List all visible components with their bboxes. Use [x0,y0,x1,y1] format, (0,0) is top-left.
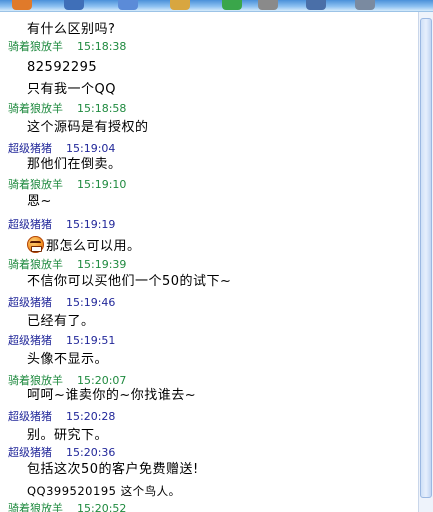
chat-window: 有什么区别吗? 骑着狼放羊 15:18:38 82592295 只有我一个QQ 骑着狼放羊… [0,0,433,512]
message-text: 恩~ [27,194,52,209]
message-body: 恩~ [27,194,52,210]
message-text: 呵呵~谁卖你的~你找谁去~ [27,388,197,403]
message-body: 有什么区别吗? [27,22,115,38]
message-text: 已经有了。 [27,314,95,329]
message-text: 别。研究下。 [27,428,109,443]
message-header: 骑着狼放羊 15:19:10 [8,178,140,192]
message-header: 骑着狼放羊 15:18:58 [8,102,140,116]
sender-name[interactable]: 骑着狼放羊 [8,258,63,271]
message-text: QQ399520195 这个鸟人。 [27,484,181,498]
message-text: 有什么区别吗? [27,22,116,37]
message-text: 那他们在倒卖。 [27,157,122,172]
message-header: 骑着狼放羊 15:20:07 [8,374,140,388]
sender-name[interactable]: 骑着狼放羊 [8,178,63,191]
message-body: 头像不显示。 [27,352,108,368]
message-header: 骑着狼放羊 15:18:38 [8,40,140,54]
message-body: 包括这次50的客户免费赠送! [27,462,199,478]
angry-face-icon [27,236,44,253]
message-body: 不信你可以买他们一个50的试下~ [27,274,231,290]
message-time: 15:19:51 [66,334,116,347]
folder-icon[interactable] [170,0,190,10]
message-header: 超级猪猪 15:20:36 [8,446,129,460]
message-text: 这个源码是有授权的 [27,120,149,135]
message-header: 超级猪猪 15:19:04 [8,142,129,156]
message-time: 15:19:10 [77,178,127,191]
document-icon[interactable] [258,0,278,10]
toolbar [0,0,433,12]
message-time: 15:19:19 [66,218,116,231]
scrollbar[interactable] [418,12,433,512]
message-time: 15:20:07 [77,374,127,387]
message-header: 超级猪猪 15:19:46 [8,296,129,310]
message-body: 那怎么可以用。 [27,236,141,255]
message-header: 骑着狼放羊 15:19:39 [8,258,140,272]
message-header: 骑着狼放羊 15:20:52 [8,502,140,512]
message-time: 15:20:28 [66,410,116,423]
message-text: 包括这次50的客户免费赠送! [27,462,199,477]
font-icon[interactable] [118,0,138,10]
message-time: 15:19:04 [66,142,116,155]
message-text: 那怎么可以用。 [46,239,141,254]
settings-icon[interactable] [355,0,375,10]
message-header: 超级猪猪 15:19:51 [8,334,129,348]
sender-name[interactable]: 骑着狼放羊 [8,102,63,115]
message-text: 不信你可以买他们一个50的试下~ [27,274,232,289]
message-time: 15:20:52 [77,502,127,512]
sender-name[interactable]: 超级猪猪 [8,142,52,155]
message-body: 别。研究下。 [27,428,108,444]
message-body: QQ399520195 这个鸟人。 [27,483,181,499]
sender-name[interactable]: 超级猪猪 [8,446,52,459]
message-text: 82592295 [27,60,98,75]
add-icon[interactable] [222,0,242,10]
message-time: 15:20:36 [66,446,116,459]
edit-icon[interactable] [64,0,84,10]
message-body: 这个源码是有授权的 [27,120,149,136]
message-text: 头像不显示。 [27,352,109,367]
sender-name[interactable]: 超级猪猪 [8,410,52,423]
message-body: 已经有了。 [27,314,95,330]
sender-name[interactable]: 超级猪猪 [8,334,52,347]
message-header: 超级猪猪 15:20:28 [8,410,129,424]
scroll-thumb[interactable] [420,18,432,498]
message-body: 82592295 [27,60,97,76]
sender-name[interactable]: 骑着狼放羊 [8,374,63,387]
message-time: 15:19:39 [77,258,127,271]
chat-history: 有什么区别吗? 骑着狼放羊 15:18:38 82592295 只有我一个QQ 骑着狼放羊… [0,12,418,512]
message-header: 超级猪猪 15:19:19 [8,218,129,232]
sender-name[interactable]: 超级猪猪 [8,296,52,309]
message-time: 15:18:38 [77,40,127,53]
message-time: 15:19:46 [66,296,116,309]
capture-icon[interactable] [306,0,326,10]
message-time: 15:18:58 [77,102,127,115]
message-text: 只有我一个QQ [27,82,116,97]
color-icon[interactable] [12,0,32,10]
sender-name[interactable]: 骑着狼放羊 [8,40,63,53]
sender-name[interactable]: 骑着狼放羊 [8,502,63,512]
message-body: 那他们在倒卖。 [27,157,122,173]
message-body: 只有我一个QQ [27,82,116,98]
sender-name[interactable]: 超级猪猪 [8,218,52,231]
message-body: 呵呵~谁卖你的~你找谁去~ [27,388,196,404]
